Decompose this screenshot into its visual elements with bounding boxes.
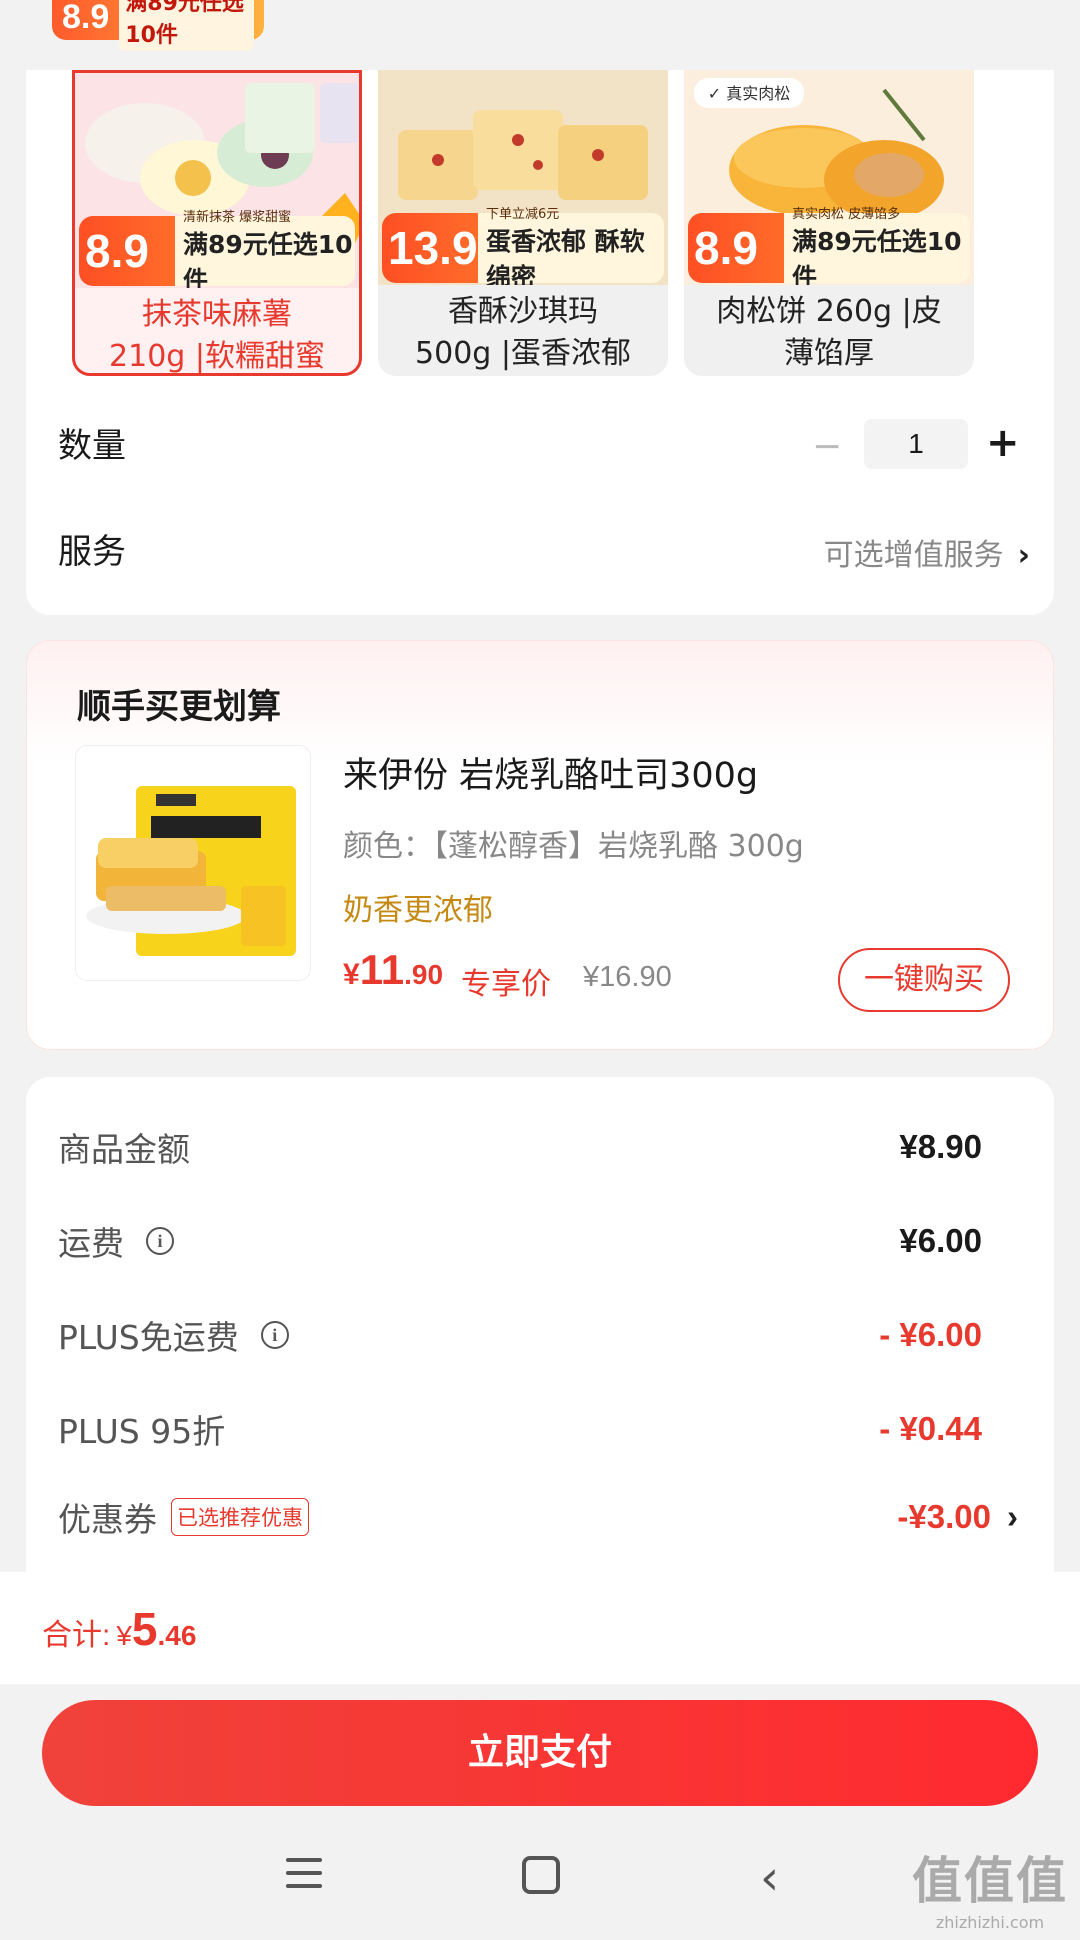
fee-value: - ¥6.00 [879, 1316, 982, 1353]
addon-product-spec: 颜色：【蓬松醇香】岩烧乳酪 300g [343, 829, 804, 864]
total-symbol: ¥ [116, 1620, 132, 1651]
price-decimal: .90 [404, 959, 444, 990]
menu-icon[interactable] [286, 1858, 322, 1897]
order-total: 合计: ¥5.46 [42, 1602, 196, 1656]
fee-row-goods: 商品金额 ¥8.90 [58, 1123, 982, 1171]
promo-banner: 13.9 下单立减6元 蛋香浓郁 酥软绵密 [382, 207, 664, 286]
product-name-line1: 肉松饼 260g |皮 [716, 294, 942, 329]
quantity-increase-button[interactable]: + [986, 420, 1020, 466]
promo-main: 蛋香浓郁 酥软绵密 [486, 226, 645, 286]
addon-price-label: 专享价 [461, 967, 551, 1002]
product-name-line1: 香酥沙琪玛 [448, 294, 598, 329]
bottom-area: 立即支付 ‹ 值值值 zhizhizhi.com [0, 1684, 1080, 1940]
fee-label: 商品金额 [58, 1130, 190, 1169]
fee-value: - ¥0.44 [879, 1410, 982, 1447]
addon-product-tag: 奶香更浓郁 [343, 893, 493, 928]
promo-banner: 8.9 真实肉松 皮薄馅多 满89元任选10件 [688, 207, 970, 286]
promo-subtitle: 真实肉松 皮薄馅多 [792, 206, 901, 222]
product-variant-pork-floss-cake[interactable]: ✓ 真实肉松 8.9 真实肉松 皮薄馅多 满89元任选10件 肉松饼 260g … [684, 70, 974, 376]
promo-price: 8.9 [694, 222, 758, 274]
fee-value: ¥8.90 [899, 1128, 982, 1165]
fee-label: PLUS 95折 [58, 1412, 226, 1451]
info-icon[interactable]: i [260, 1321, 289, 1349]
fee-row-plus-discount: PLUS 95折 - ¥0.44 [58, 1405, 982, 1453]
total-integer: 5 [131, 1603, 158, 1655]
fee-row-shipping: 运费 i ¥6.00 [58, 1217, 982, 1265]
promo-price: 13.9 [388, 222, 478, 274]
addon-section-title: 顺手买更划算 [77, 687, 281, 727]
promo-main: 满89元任选10件 [183, 229, 353, 289]
product-name-line2: 210g |软糯甜蜜 [109, 339, 325, 374]
top-promo-text: 满89元任选10件 [119, 0, 254, 51]
chevron-right-icon: › [1017, 538, 1030, 573]
promo-subtitle: 清新抹茶 爆浆甜蜜 [183, 209, 292, 225]
promo-banner: 8.9 清新抹茶 爆浆甜蜜 满89元任选10件 [79, 210, 355, 289]
fee-row-plus-free-shipping: PLUS免运费 i - ¥6.00 [58, 1311, 982, 1359]
product-name: 肉松饼 260g |皮 薄馅厚 [684, 285, 974, 375]
quantity-label: 数量 [58, 426, 126, 466]
addon-product-image[interactable] [75, 745, 311, 981]
chevron-right-icon: › [1007, 1498, 1018, 1535]
coupon-value: -¥3.00 [897, 1498, 991, 1535]
quantity-input[interactable]: 1 [864, 419, 968, 469]
promo-price: 8.9 [85, 225, 149, 277]
pay-now-button[interactable]: 立即支付 [42, 1700, 1038, 1806]
product-image: 13.9 下单立减6元 蛋香浓郁 酥软绵密 [378, 70, 668, 285]
product-name: 香酥沙琪玛 500g |蛋香浓郁 [378, 285, 668, 375]
fee-label: 运费 [58, 1224, 124, 1263]
promo-main: 满89元任选10件 [792, 226, 962, 286]
product-variant-list: 8.9 清新抹茶 爆浆甜蜜 满89元任选10件 抹茶味麻薯 210g |软糯甜蜜 [72, 70, 974, 376]
coupon-label: 优惠券 [58, 1500, 157, 1539]
watermark-url: zhizhizhi.com [935, 1913, 1045, 1932]
product-name-line1: 抹茶味麻薯 [142, 297, 292, 332]
quantity-decrease-button[interactable]: − [812, 426, 842, 467]
product-variant-shaqima[interactable]: 13.9 下单立减6元 蛋香浓郁 酥软绵密 香酥沙琪玛 500g |蛋香浓郁 [378, 70, 668, 376]
fee-row-coupon[interactable]: 优惠券 已选推荐优惠 -¥3.00 › [58, 1493, 1018, 1541]
price-symbol: ¥ [343, 958, 360, 991]
watermark-logo: 值值值 [912, 1852, 1068, 1910]
price-integer: 11 [359, 946, 405, 993]
watermark: 值值值 zhizhizhi.com [912, 1841, 1068, 1932]
service-selector[interactable]: 可选增值服务 › [824, 530, 1030, 574]
total-bar: 合计: ¥5.46 [0, 1572, 1080, 1684]
home-icon[interactable] [522, 1856, 560, 1894]
service-value: 可选增值服务 [823, 538, 1004, 573]
fee-label: PLUS免运费 [58, 1318, 239, 1357]
product-image: ✓ 真实肉松 8.9 真实肉松 皮薄馅多 满89元任选10件 [684, 70, 974, 285]
coupon-tag: 已选推荐优惠 [171, 1498, 309, 1536]
addon-price: ¥11.90 [343, 946, 443, 994]
svg-text:✓ 真实肉松: ✓ 真实肉松 [708, 84, 791, 103]
service-label: 服务 [58, 532, 126, 572]
product-name: 抹茶味麻薯 210g |软糯甜蜜 [75, 288, 359, 374]
fee-value: ¥6.00 [899, 1222, 982, 1259]
total-label: 合计: [42, 1619, 111, 1652]
product-name-line2: 薄馅厚 [784, 336, 874, 371]
addon-original-price: ¥16.90 [583, 961, 672, 993]
product-variant-matcha-mochi[interactable]: 8.9 清新抹茶 爆浆甜蜜 满89元任选10件 抹茶味麻薯 210g |软糯甜蜜 [72, 70, 362, 376]
addon-recommendation-card: 顺手买更划算 来伊份 岩烧乳酪吐司300g 颜色：【蓬松醇香】岩烧乳酪 300g… [26, 640, 1054, 1050]
promo-subtitle: 下单立减6元 [486, 206, 560, 222]
back-icon[interactable]: ‹ [760, 1850, 779, 1906]
price-breakdown-card: 商品金额 ¥8.90 运费 i ¥6.00 PLUS免运费 i - ¥6.00 PL… [26, 1077, 1054, 1577]
info-icon[interactable]: i [146, 1227, 174, 1255]
top-promo-badge: 8.9 满89元任选10件 [52, 0, 264, 51]
addon-product-name[interactable]: 来伊份 岩烧乳酪吐司300g [343, 747, 758, 798]
product-name-line2: 500g |蛋香浓郁 [415, 336, 631, 371]
one-click-buy-button[interactable]: 一键购买 [838, 948, 1010, 1012]
total-decimal: .46 [157, 1620, 197, 1651]
top-promo-price: 8.9 [62, 0, 110, 36]
product-image: 8.9 清新抹茶 爆浆甜蜜 满89元任选10件 [75, 73, 359, 288]
